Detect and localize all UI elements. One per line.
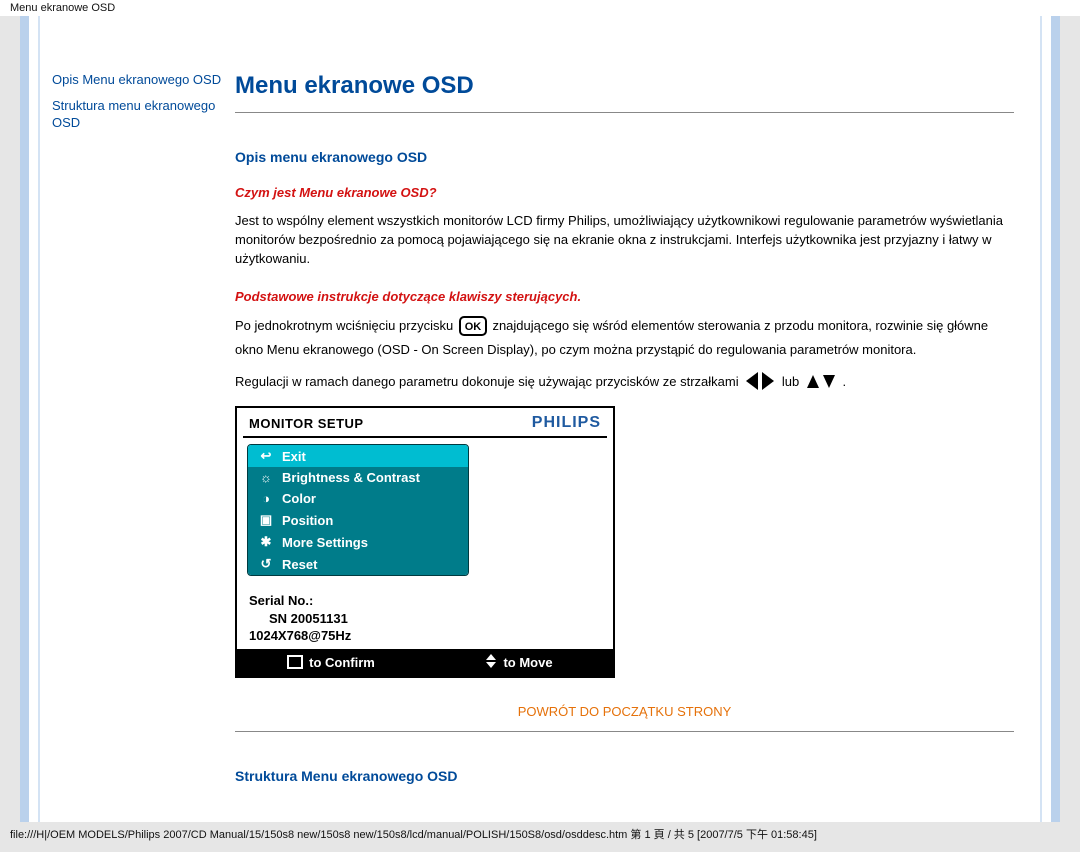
subheading-what-is-osd: Czym jest Menu ekranowe OSD? — [235, 185, 1014, 200]
osd-menu-item-color: ◑ Color — [248, 488, 468, 509]
osd-menu-item-reset: ↺ Reset — [248, 553, 468, 575]
svg-text:OK: OK — [465, 321, 482, 333]
osd-menu: ↩ Exit ☼ Brightness & Contrast ◑ Color — [247, 444, 469, 576]
paragraph-description: Jest to wspólny element wszystkich monit… — [235, 212, 1014, 269]
up-down-arrow-icon — [805, 372, 837, 392]
osd-menu-item-exit: ↩ Exit — [248, 445, 468, 467]
text-fragment: . — [842, 374, 846, 389]
osd-menu-label: Exit — [282, 449, 306, 464]
osd-menu-label: More Settings — [282, 535, 368, 550]
brightness-icon: ☼ — [258, 470, 274, 485]
main-content: Menu ekranowe OSD Opis menu ekranowego O… — [235, 16, 1040, 822]
osd-menu-item-position: ▣ Position — [248, 509, 468, 531]
osd-titlebar: MONITOR SETUP PHILIPS — [237, 408, 613, 436]
settings-icon: ✱ — [258, 534, 274, 550]
text-fragment: Po jednokrotnym wciśnięciu przycisku — [235, 318, 457, 333]
osd-menu-label: Reset — [282, 557, 317, 572]
section-title-description: Opis menu ekranowego OSD — [235, 149, 1014, 165]
osd-setup-label: MONITOR SETUP — [249, 416, 364, 431]
exit-icon: ↩ — [258, 448, 274, 464]
osd-footer: to Confirm to Move — [237, 649, 613, 676]
page-frame-inner: Opis Menu ekranowego OSD Struktura menu … — [38, 16, 1042, 822]
text-fragment: lub — [782, 374, 803, 389]
position-icon: ▣ — [258, 512, 274, 528]
left-right-arrow-icon — [744, 370, 776, 392]
section-title-structure: Struktura Menu ekranowego OSD — [235, 768, 1014, 784]
divider — [235, 112, 1014, 113]
osd-menu-item-more-settings: ✱ More Settings — [248, 531, 468, 553]
osd-brand-logo: PHILIPS — [532, 414, 601, 432]
osd-menu-label: Brightness & Contrast — [282, 470, 420, 485]
osd-footer-confirm: to Confirm — [237, 654, 425, 671]
sidebar-item-description[interactable]: Opis Menu ekranowego OSD — [52, 72, 221, 87]
divider — [235, 731, 1014, 732]
osd-divider — [243, 436, 607, 438]
sidebar: Opis Menu ekranowego OSD Struktura menu … — [40, 16, 235, 822]
paragraph-arrow-buttons: Regulacji w ramach danego parametru doko… — [235, 370, 1014, 392]
osd-serial-label: Serial No.: — [249, 592, 601, 610]
header-path: Menu ekranowe OSD — [0, 0, 1080, 16]
osd-serial-value: SN 20051131 — [249, 610, 601, 628]
page-title: Menu ekranowe OSD — [235, 72, 1014, 100]
osd-serial-block: Serial No.: SN 20051131 1024X768@75Hz — [237, 586, 613, 649]
osd-move-label: to Move — [503, 655, 552, 670]
osd-resolution: 1024X768@75Hz — [249, 627, 601, 645]
paragraph-ok-button: Po jednokrotnym wciśnięciu przycisku OK … — [235, 316, 1014, 361]
osd-menu-item-brightness: ☼ Brightness & Contrast — [248, 467, 468, 488]
confirm-box-icon — [287, 655, 303, 669]
sidebar-item-structure[interactable]: Struktura menu ekranowego OSD — [52, 98, 215, 131]
move-updown-icon — [485, 654, 497, 671]
reset-icon: ↺ — [258, 556, 274, 572]
osd-menu-label: Position — [282, 513, 333, 528]
osd-window: MONITOR SETUP PHILIPS ↩ Exit ☼ Brightnes… — [235, 406, 615, 678]
back-to-top-link[interactable]: POWRÓT DO POCZĄTKU STRONY — [518, 704, 732, 719]
page-frame: Opis Menu ekranowego OSD Struktura menu … — [20, 16, 1060, 822]
osd-footer-move: to Move — [425, 654, 613, 671]
text-fragment: Regulacji w ramach danego parametru doko… — [235, 374, 742, 389]
osd-menu-label: Color — [282, 491, 316, 506]
osd-screenshot: MONITOR SETUP PHILIPS ↩ Exit ☼ Brightnes… — [235, 406, 615, 678]
color-icon: ◑ — [258, 491, 274, 506]
footer-path: file:///H|/OEM MODELS/Philips 2007/CD Ma… — [0, 822, 1080, 852]
ok-button-icon: OK — [459, 316, 487, 342]
subheading-basic-instructions: Podstawowe instrukcje dotyczące klawiszy… — [235, 289, 1014, 304]
osd-confirm-label: to Confirm — [309, 655, 375, 670]
